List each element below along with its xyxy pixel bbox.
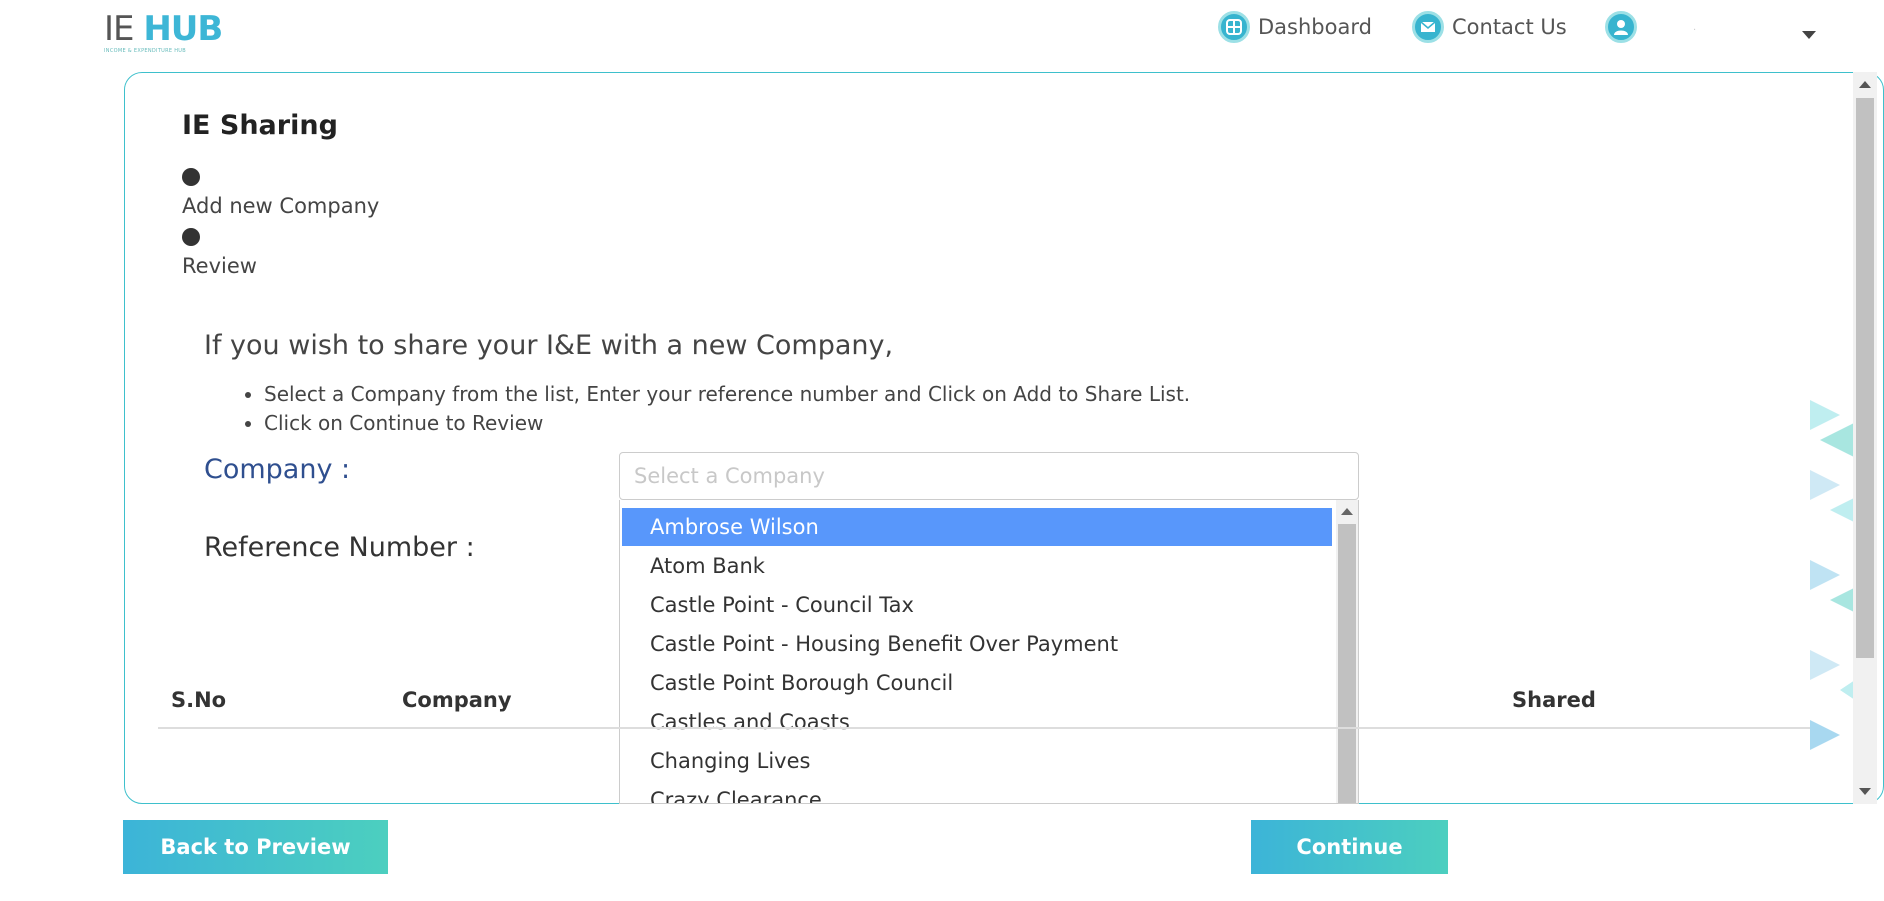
company-option-castles-and-coasts[interactable]: Castles and Coasts [622,703,1332,741]
step-label-2: Review [182,254,257,278]
dashboard-icon [1218,11,1250,43]
table-header-shared: Shared [1512,688,1596,712]
page-scrollbar[interactable] [1853,72,1877,804]
nav-contact-link[interactable]: Contact Us [1412,10,1567,44]
company-option-crazy-clearance[interactable]: Crazy Clearance [622,781,1332,803]
table-header-sno: S.No [171,688,227,712]
logo-text-ie: IE [104,9,134,49]
company-option-castle-point-borough-council[interactable]: Castle Point Borough Council [622,664,1332,702]
chevron-down-icon[interactable] [1802,31,1816,39]
dropdown-scroll-thumb[interactable] [1338,524,1356,803]
instructions-list: Select a Company from the list, Enter yo… [264,380,1190,438]
dropdown-scrollbar[interactable] [1336,500,1358,803]
company-option-ambrose-wilson[interactable]: Ambrose Wilson [622,508,1332,546]
intro-text: If you wish to share your I&E with a new… [204,330,894,361]
scroll-up-arrow-icon[interactable] [1341,508,1353,515]
logo-text-hub: HUB [143,9,223,49]
page-title: IE Sharing [182,110,338,141]
instruction-item: Click on Continue to Review [264,409,1190,438]
mail-icon [1412,11,1444,43]
user-avatar-icon [1605,11,1637,43]
ie-hub-logo[interactable]: IE HUB INCOME & EXPENDITURE HUB [104,12,224,56]
user-name: . [1693,21,1697,33]
continue-button[interactable]: Continue [1251,820,1448,874]
company-option-changing-lives[interactable]: Changing Lives [622,742,1332,780]
back-to-preview-button[interactable]: Back to Preview [123,820,388,874]
page-scroll-thumb[interactable] [1856,98,1874,658]
scroll-down-arrow-icon[interactable] [1859,788,1871,795]
nav-contact-label: Contact Us [1452,15,1567,39]
nav-dashboard-label: Dashboard [1258,15,1372,39]
step-label-1: Add new Company [182,194,380,218]
company-option-castle-point-council-tax[interactable]: Castle Point - Council Tax [622,586,1332,624]
nav-dashboard-link[interactable]: Dashboard [1218,10,1372,44]
scroll-up-arrow-icon[interactable] [1859,81,1871,88]
table-header-company: Company [402,688,512,712]
user-menu[interactable]: . [1605,10,1696,44]
company-dropdown-list[interactable]: Ambrose Wilson Atom Bank Castle Point - … [619,500,1359,804]
company-label: Company : [204,454,351,485]
instruction-item: Select a Company from the list, Enter yo… [264,380,1190,409]
step-indicator-1 [182,168,200,186]
table-header-divider [158,727,1818,729]
company-option-atom-bank[interactable]: Atom Bank [622,547,1332,585]
step-indicator-2 [182,228,200,246]
company-search-input[interactable] [620,453,1358,499]
reference-number-label: Reference Number : [204,532,475,563]
company-select[interactable] [619,452,1359,500]
company-option-castle-point-housing-benefit[interactable]: Castle Point - Housing Benefit Over Paym… [622,625,1332,663]
